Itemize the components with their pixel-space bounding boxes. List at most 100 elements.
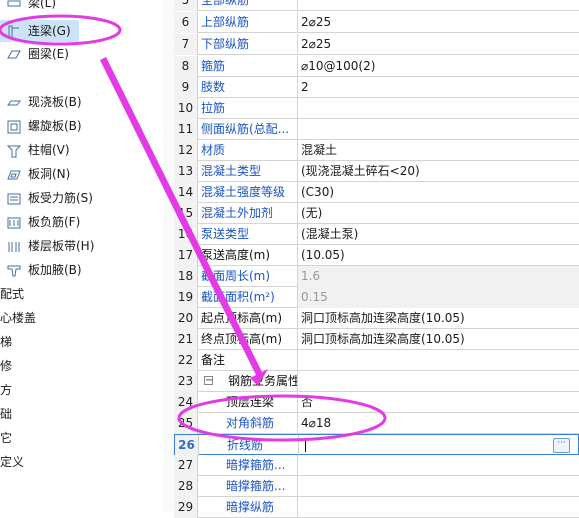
ring-beam-icon	[7, 50, 21, 58]
slab-strip-icon	[8, 241, 20, 252]
property-row[interactable]: 8 箍筋 ⌀10@100(2)	[174, 56, 579, 77]
tree-group[interactable]: 它	[0, 427, 12, 449]
property-value[interactable]: 1.6	[298, 266, 579, 287]
property-row[interactable]: 15 混凝土外加剂 (无)	[174, 203, 579, 224]
property-value[interactable]	[298, 455, 579, 476]
property-value[interactable]	[298, 476, 579, 497]
property-value[interactable]: (无)	[298, 203, 579, 224]
panel-divider	[163, 0, 174, 511]
property-name-text: 备注	[201, 353, 226, 367]
property-name-text: 截面周长(m)	[201, 269, 271, 283]
property-row[interactable]: 28 暗撑箍筋...	[174, 476, 579, 497]
property-row[interactable]: 22 备注	[174, 350, 579, 371]
tree-group[interactable]: 梯	[0, 331, 12, 353]
property-value[interactable]: (现浇混凝土碎石<20)	[298, 161, 579, 182]
property-value[interactable]: ⌀10@100(2)	[298, 56, 579, 77]
tree-item[interactable]: 板受力筋(S)	[0, 187, 101, 209]
tree-item[interactable]: 梁(L)	[0, 0, 64, 14]
tree-item[interactable]: 柱帽(V)	[0, 139, 78, 161]
property-value[interactable]: 2⌀25	[298, 34, 579, 55]
property-value[interactable]	[298, 0, 579, 11]
tree-group[interactable]: 心楼盖	[0, 307, 36, 329]
cast-slab-icon	[7, 100, 21, 105]
tree-item-label: 连梁(G)	[28, 24, 71, 38]
tree-item[interactable]: 圈梁(E)	[0, 43, 77, 65]
tree-item[interactable]: 板负筋(F)	[0, 211, 88, 233]
property-row[interactable]: 17 泵送高度(m) (10.05)	[174, 245, 579, 266]
property-row[interactable]: 26 折线筋 ···	[174, 434, 579, 456]
row-number: 21	[174, 329, 198, 350]
property-row[interactable]: 18 截面周长(m) 1.6	[174, 266, 579, 287]
property-value[interactable]	[298, 98, 579, 119]
property-row[interactable]: 19 截面面积(m²) 0.15	[174, 287, 579, 308]
property-value[interactable]: 2⌀25	[298, 12, 579, 33]
property-name-text: 对角斜筋	[226, 416, 275, 430]
tree-group[interactable]: 修	[0, 355, 12, 377]
property-row[interactable]: 25 对角斜筋 4⌀18	[174, 413, 579, 434]
property-value[interactable]	[298, 350, 579, 371]
property-row[interactable]: 9 肢数 2	[174, 77, 579, 98]
property-row[interactable]: 27 暗撑箍筋...	[174, 455, 579, 476]
tree-item[interactable]: 板加腋(B)	[0, 259, 90, 281]
property-row[interactable]: 29 暗撑纵筋	[174, 497, 579, 518]
property-row[interactable]: 10 拉筋	[174, 98, 579, 119]
property-value[interactable]: 洞口顶标高加连梁高度(10.05)	[298, 308, 579, 329]
property-row[interactable]: 13 混凝土类型 (现浇混凝土碎石<20)	[174, 161, 579, 182]
property-name-text: 泵送高度(m)	[201, 248, 271, 262]
property-value[interactable]: (10.05)	[298, 245, 579, 266]
property-value[interactable]: 4⌀18	[298, 413, 579, 434]
property-row[interactable]: 21 终点顶标高(m) 洞口顶标高加连梁高度(10.05)	[174, 329, 579, 350]
property-row[interactable]: 6 上部纵筋 2⌀25	[174, 12, 579, 33]
property-row[interactable]: 24 顶层连梁 否	[174, 392, 579, 413]
tree-group[interactable]: 配式	[0, 283, 24, 305]
property-name-text: 钢筋业务属性	[228, 374, 298, 388]
property-value[interactable]	[298, 371, 579, 392]
property-value[interactable]: 混凝土	[298, 140, 579, 161]
property-row[interactable]: 16 泵送类型 (混凝土泵)	[174, 224, 579, 245]
row-number: 10	[174, 98, 198, 119]
ellipsis-button[interactable]: ···	[553, 438, 570, 453]
spiral-slab-icon	[7, 120, 21, 133]
row-number: 19	[174, 287, 198, 308]
property-name-text: 暗撑箍筋...	[226, 458, 286, 472]
tree-item[interactable]: 螺旋板(B)	[0, 115, 90, 137]
tree-group[interactable]: 方	[0, 379, 12, 401]
property-row[interactable]: 12 材质 混凝土	[174, 140, 579, 161]
tree-group-label: 它	[0, 431, 13, 445]
property-name-text: 泵送类型	[201, 227, 250, 241]
property-row[interactable]: 7 下部纵筋 2⌀25	[174, 34, 579, 55]
slab-haunch-icon	[7, 265, 21, 276]
property-name: 泵送高度(m)	[198, 245, 298, 266]
property-name-text: 混凝土强度等级	[201, 185, 286, 199]
property-name: 暗撑箍筋...	[198, 455, 298, 476]
row-number: 7	[174, 34, 198, 55]
property-value[interactable]	[299, 435, 579, 456]
property-value[interactable]: 洞口顶标高加连梁高度(10.05)	[298, 329, 579, 350]
property-value[interactable]: 否	[298, 392, 579, 413]
property-name-text: 材质	[201, 143, 226, 157]
tree-item[interactable]: 现浇板(B)	[0, 91, 90, 113]
property-row[interactable]: 11 侧面纵筋(总配...	[174, 119, 579, 140]
tree-item-label: 板受力筋(S)	[28, 191, 93, 205]
property-row[interactable]: 14 混凝土强度等级 (C30)	[174, 182, 579, 203]
row-number: 12	[174, 140, 198, 161]
property-value[interactable]: 2	[298, 77, 579, 98]
property-name-text: 截面面积(m²)	[201, 290, 275, 304]
property-row[interactable]: 20 起点顶标高(m) 洞口顶标高加连梁高度(10.05)	[174, 308, 579, 329]
tree-item[interactable]: 楼层板带(H)	[0, 235, 102, 257]
property-row[interactable]: 23− 钢筋业务属性	[174, 371, 579, 392]
property-value[interactable]	[298, 119, 579, 140]
tree-item[interactable]: 板洞(N)	[0, 163, 78, 185]
tree-group[interactable]: 定义	[0, 451, 24, 473]
property-value[interactable]	[298, 497, 579, 518]
property-row[interactable]: 5 全部纵筋	[174, 0, 579, 11]
tree-group[interactable]: 础	[0, 403, 12, 425]
property-value[interactable]: (混凝土泵)	[298, 224, 579, 245]
beam-icon	[7, 0, 21, 6]
row-number: 27	[174, 455, 198, 476]
property-value[interactable]: (C30)	[298, 182, 579, 203]
property-name-text: 上部纵筋	[201, 15, 250, 29]
text-caret	[305, 439, 306, 452]
tree-item[interactable]: 连梁(G)	[0, 20, 79, 42]
property-value[interactable]: 0.15	[298, 287, 579, 308]
